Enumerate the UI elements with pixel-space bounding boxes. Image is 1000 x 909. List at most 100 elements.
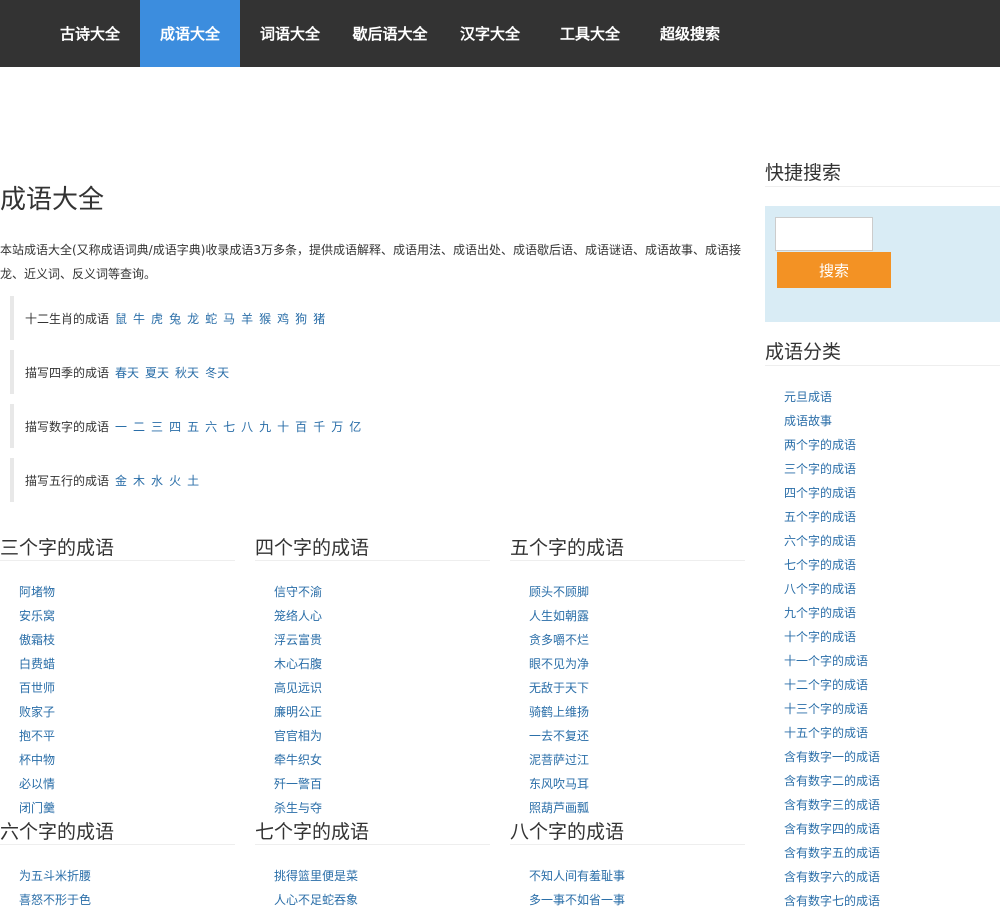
list-item[interactable]: 含有数字七的成语: [784, 889, 1000, 909]
list-item[interactable]: 贪多嚼不烂: [529, 628, 745, 652]
nav-item-xiehouyu[interactable]: 歇后语大全: [340, 0, 440, 67]
list-item[interactable]: 眼不见为净: [529, 652, 745, 676]
category-link[interactable]: 亿: [349, 420, 361, 434]
category-link[interactable]: 木: [133, 474, 145, 488]
list-item[interactable]: 挑得篮里便是菜: [274, 864, 490, 888]
list-item[interactable]: 人生如朝露: [529, 604, 745, 628]
category-link[interactable]: 十: [277, 420, 289, 434]
category-link[interactable]: 一: [115, 420, 127, 434]
list-item[interactable]: 十五个字的成语: [784, 721, 1000, 745]
list-item[interactable]: 含有数字四的成语: [784, 817, 1000, 841]
list-item[interactable]: 十个字的成语: [784, 625, 1000, 649]
category-link[interactable]: 土: [187, 474, 199, 488]
list-item[interactable]: 木心石腹: [274, 652, 490, 676]
category-link[interactable]: 马: [223, 312, 235, 326]
category-link[interactable]: 牛: [133, 312, 145, 326]
list-item[interactable]: 一去不复还: [529, 724, 745, 748]
category-link[interactable]: 春天: [115, 366, 139, 380]
list-item[interactable]: 安乐窝: [19, 604, 235, 628]
category-link[interactable]: 猴: [259, 312, 271, 326]
category-link[interactable]: 虎: [151, 312, 163, 326]
list-item[interactable]: 泥菩萨过江: [529, 748, 745, 772]
list-item[interactable]: 含有数字六的成语: [784, 865, 1000, 889]
search-button[interactable]: 搜索: [777, 252, 891, 288]
category-link[interactable]: 火: [169, 474, 181, 488]
list-item[interactable]: 含有数字一的成语: [784, 745, 1000, 769]
list-item[interactable]: 官官相为: [274, 724, 490, 748]
list-item[interactable]: 为五斗米折腰: [19, 864, 235, 888]
nav-item-tools[interactable]: 工具大全: [540, 0, 640, 67]
list-item[interactable]: 两个字的成语: [784, 433, 1000, 457]
category-link[interactable]: 八: [241, 420, 253, 434]
list-item[interactable]: 七个字的成语: [784, 553, 1000, 577]
list-item[interactable]: 六个字的成语: [784, 529, 1000, 553]
list-item[interactable]: 杯中物: [19, 748, 235, 772]
list-item[interactable]: 照葫芦画瓢: [529, 796, 745, 820]
category-link[interactable]: 万: [331, 420, 343, 434]
list-item[interactable]: 三个字的成语: [784, 457, 1000, 481]
nav-item-idioms[interactable]: 成语大全: [140, 0, 240, 67]
nav-item-words[interactable]: 词语大全: [240, 0, 340, 67]
category-link[interactable]: 夏天: [145, 366, 169, 380]
list-item[interactable]: 闭门羹: [19, 796, 235, 820]
list-item[interactable]: 败家子: [19, 700, 235, 724]
list-item[interactable]: 廉明公正: [274, 700, 490, 724]
category-link[interactable]: 蛇: [205, 312, 217, 326]
category-link[interactable]: 百: [295, 420, 307, 434]
list-item[interactable]: 傲霜枝: [19, 628, 235, 652]
category-link[interactable]: 四: [169, 420, 181, 434]
category-link[interactable]: 兔: [169, 312, 181, 326]
category-link[interactable]: 鸡: [277, 312, 289, 326]
category-link[interactable]: 五: [187, 420, 199, 434]
list-item[interactable]: 顾头不顾脚: [529, 580, 745, 604]
category-link[interactable]: 金: [115, 474, 127, 488]
category-link[interactable]: 二: [133, 420, 145, 434]
list-item[interactable]: 必以情: [19, 772, 235, 796]
category-link[interactable]: 狗: [295, 312, 307, 326]
list-item[interactable]: 杀生与夺: [274, 796, 490, 820]
list-item[interactable]: 牵牛织女: [274, 748, 490, 772]
list-item[interactable]: 百世师: [19, 676, 235, 700]
list-item[interactable]: 成语故事: [784, 409, 1000, 433]
list-item[interactable]: 不知人间有羞耻事: [529, 864, 745, 888]
list-item[interactable]: 浮云富贵: [274, 628, 490, 652]
list-item[interactable]: 十一个字的成语: [784, 649, 1000, 673]
category-link[interactable]: 羊: [241, 312, 253, 326]
category-link[interactable]: 猪: [313, 312, 325, 326]
list-item[interactable]: 高见远识: [274, 676, 490, 700]
list-item[interactable]: 四个字的成语: [784, 481, 1000, 505]
category-link[interactable]: 鼠: [115, 312, 127, 326]
list-item[interactable]: 白费蜡: [19, 652, 235, 676]
list-item[interactable]: 含有数字二的成语: [784, 769, 1000, 793]
list-item[interactable]: 喜怒不形于色: [19, 888, 235, 909]
category-link[interactable]: 水: [151, 474, 163, 488]
list-item[interactable]: 含有数字五的成语: [784, 841, 1000, 865]
category-link[interactable]: 龙: [187, 312, 199, 326]
list-item[interactable]: 十二个字的成语: [784, 673, 1000, 697]
list-item[interactable]: 八个字的成语: [784, 577, 1000, 601]
list-item[interactable]: 元旦成语: [784, 385, 1000, 409]
nav-item-characters[interactable]: 汉字大全: [440, 0, 540, 67]
category-link[interactable]: 秋天: [175, 366, 199, 380]
list-item[interactable]: 多一事不如省一事: [529, 888, 745, 909]
nav-item-super-search[interactable]: 超级搜索: [640, 0, 740, 67]
category-link[interactable]: 七: [223, 420, 235, 434]
list-item[interactable]: 笼络人心: [274, 604, 490, 628]
list-item[interactable]: 阿堵物: [19, 580, 235, 604]
category-link[interactable]: 九: [259, 420, 271, 434]
list-item[interactable]: 含有数字三的成语: [784, 793, 1000, 817]
list-item[interactable]: 东风吹马耳: [529, 772, 745, 796]
list-item[interactable]: 骑鹤上维扬: [529, 700, 745, 724]
category-link[interactable]: 千: [313, 420, 325, 434]
list-item[interactable]: 十三个字的成语: [784, 697, 1000, 721]
list-item[interactable]: 人心不足蛇吞象: [274, 888, 490, 909]
list-item[interactable]: 抱不平: [19, 724, 235, 748]
nav-item-poems[interactable]: 古诗大全: [40, 0, 140, 67]
category-link[interactable]: 冬天: [205, 366, 229, 380]
list-item[interactable]: 信守不渝: [274, 580, 490, 604]
category-link[interactable]: 六: [205, 420, 217, 434]
list-item[interactable]: 九个字的成语: [784, 601, 1000, 625]
list-item[interactable]: 歼一警百: [274, 772, 490, 796]
search-input[interactable]: [775, 217, 873, 251]
list-item[interactable]: 无敌于天下: [529, 676, 745, 700]
